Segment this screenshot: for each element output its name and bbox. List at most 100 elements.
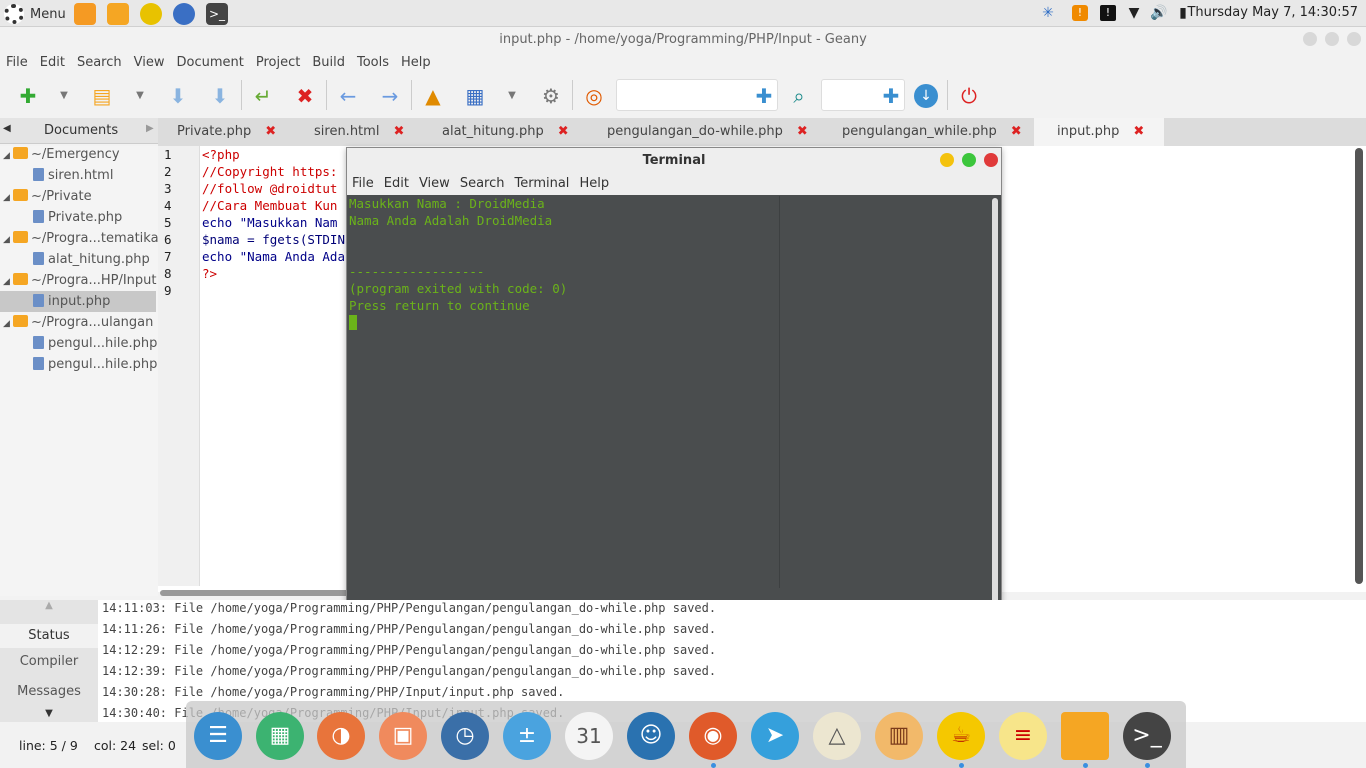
msg-scroll-down-icon[interactable]: ▼ [0, 708, 98, 719]
search-plus-icon[interactable]: ✚ [752, 84, 776, 108]
terminal-menu-view[interactable]: View [414, 173, 455, 195]
terminal-menu-edit[interactable]: Edit [379, 173, 414, 195]
tab-pengulangan-do-while-php[interactable]: pengulangan_do-while.php ✖ [607, 118, 808, 146]
terminal-menu-help[interactable]: Help [574, 173, 614, 195]
tree-file-input[interactable]: input.php [0, 291, 156, 312]
terminal-launcher-icon[interactable]: >_ [206, 3, 228, 25]
tree-folder-matematika[interactable]: ◢ ~/Progra...tematika [3, 228, 159, 249]
menu-file[interactable]: File [0, 53, 34, 73]
tree-folder-input[interactable]: ◢ ~/Progra...HP/Input [3, 270, 157, 291]
folder-launcher-icon[interactable] [107, 3, 129, 25]
speaker-icon[interactable]: ▣ [379, 712, 427, 760]
terminal-maximize-button[interactable] [962, 153, 976, 167]
geany-icon[interactable]: ☕ [937, 712, 985, 760]
msg-scroll-up-icon[interactable]: ▲ [0, 600, 98, 611]
open-file-icon[interactable]: ▤ [90, 84, 114, 108]
tab-compiler[interactable]: Compiler [0, 654, 98, 669]
build-icon[interactable]: ▦ [463, 84, 487, 108]
menu-document[interactable]: Document [170, 53, 249, 73]
menu-project[interactable]: Project [250, 53, 306, 73]
alert-icon[interactable]: ! [1100, 5, 1116, 21]
open-recent-dropdown-icon[interactable]: ▼ [128, 84, 152, 108]
close-window-button[interactable] [1347, 32, 1361, 46]
terminal-menu-file[interactable]: File [347, 173, 379, 195]
save-all-icon[interactable]: ⬇ [208, 84, 232, 108]
sidebar-tab-documents[interactable]: Documents [44, 123, 118, 138]
minimize-button[interactable] [1303, 32, 1317, 46]
tree-file-private[interactable]: Private.php [33, 207, 122, 228]
back-icon[interactable]: ← [336, 84, 360, 108]
calc-icon[interactable]: ▦ [256, 712, 304, 760]
writer-icon[interactable]: ☰ [194, 712, 242, 760]
menu-edit[interactable]: Edit [34, 53, 71, 73]
forward-icon[interactable]: → [378, 84, 402, 108]
telegram-icon[interactable]: ➤ [751, 712, 799, 760]
close-tab-icon[interactable]: ✖ [393, 124, 404, 139]
menu-search[interactable]: Search [71, 53, 128, 73]
tab-status[interactable]: Status [0, 624, 98, 648]
sidebar-prev-arrow-icon[interactable]: ◀ [3, 123, 11, 134]
save-icon[interactable]: ⬇ [166, 84, 190, 108]
tree-folder-private[interactable]: ◢ ~/Private [3, 186, 92, 207]
editor-vertical-scrollbar[interactable] [1355, 148, 1363, 584]
clock[interactable]: Thursday May 7, 14:30:57 [1187, 5, 1358, 20]
new-file-icon[interactable]: ✚ [16, 84, 40, 108]
menu-build[interactable]: Build [306, 53, 351, 73]
menu-view[interactable]: View [128, 53, 171, 73]
tree-folder-emergency[interactable]: ◢ ~/Emergency [3, 144, 120, 165]
menu-tools[interactable]: Tools [351, 53, 395, 73]
build-dropdown-icon[interactable]: ▼ [500, 84, 524, 108]
inkscape-icon[interactable]: △ [813, 712, 861, 760]
tab-messages[interactable]: Messages [0, 684, 98, 699]
close-tab-icon[interactable]: ✖ [558, 124, 569, 139]
tree-folder-pengulangan[interactable]: ◢ ~/Progra...ulangan [3, 312, 153, 333]
notes-icon[interactable]: ≡ [999, 712, 1047, 760]
firefox-icon[interactable]: ◉ [689, 712, 737, 760]
compile-icon[interactable]: ▲ [421, 84, 445, 108]
execute-gear-icon[interactable]: ⚙ [539, 84, 563, 108]
calendar-icon[interactable]: 31 [565, 712, 613, 760]
color-chooser-icon[interactable]: ◎ [582, 84, 606, 108]
accessibility-icon[interactable]: ☺ [627, 712, 675, 760]
sidebar-next-arrow-icon[interactable]: ▶ [146, 123, 154, 134]
tab-alat-hitung-php[interactable]: alat_hitung.php ✖ [442, 118, 569, 146]
clock-icon[interactable]: ◷ [441, 712, 489, 760]
calculator-icon[interactable]: ± [503, 712, 551, 760]
tab-pengulangan-while-php[interactable]: pengulangan_while.php ✖ [842, 118, 1022, 146]
close-tab-icon[interactable]: ✖ [1133, 124, 1144, 139]
tab-input-php[interactable]: input.php ✖ [1034, 118, 1165, 146]
app-menu-button[interactable]: Menu [4, 3, 66, 25]
wifi-icon[interactable]: ▼ [1126, 5, 1142, 21]
new-template-dropdown-icon[interactable]: ▼ [52, 84, 76, 108]
revert-icon[interactable]: ↵ [251, 84, 275, 108]
search-icon[interactable]: ⌕ [787, 84, 811, 108]
geany-launcher-icon[interactable] [140, 3, 162, 25]
firefox-launcher-icon[interactable] [173, 3, 195, 25]
maximize-button[interactable] [1325, 32, 1339, 46]
tree-file-alat-hitung[interactable]: alat_hitung.php [33, 249, 150, 270]
menu-help[interactable]: Help [395, 53, 437, 73]
quit-power-icon[interactable]: ⏻ [957, 84, 981, 108]
shield-update-icon[interactable]: ! [1072, 5, 1088, 21]
terminal-window[interactable]: Terminal File Edit View Search Terminal … [346, 147, 1002, 605]
terminal-minimize-button[interactable] [940, 153, 954, 167]
book-icon[interactable]: ▥ [875, 712, 923, 760]
tab-private-php[interactable]: Private.php ✖ [177, 118, 276, 146]
folder-icon[interactable] [1061, 712, 1109, 760]
close-tab-icon[interactable]: ✖ [797, 124, 808, 139]
terminal-icon[interactable]: >_ [1123, 712, 1171, 760]
bluetooth-icon[interactable]: ✳ [1040, 5, 1056, 21]
goto-line-icon[interactable]: ↓ [914, 84, 938, 108]
terminal-close-button[interactable] [984, 153, 998, 167]
close-file-icon[interactable]: ✖ [293, 84, 317, 108]
tab-siren-html[interactable]: siren.html ✖ [314, 118, 404, 146]
close-tab-icon[interactable]: ✖ [265, 124, 276, 139]
close-tab-icon[interactable]: ✖ [1011, 124, 1022, 139]
impress-icon[interactable]: ◑ [317, 712, 365, 760]
tree-file-pengulangan-while[interactable]: pengul...hile.php [33, 354, 157, 375]
volume-icon[interactable]: 🔊 [1150, 5, 1167, 21]
tree-file-pengulangan-do-while[interactable]: pengul...hile.php [33, 333, 157, 354]
monitor-launcher-icon[interactable] [74, 3, 96, 25]
tree-file-siren[interactable]: siren.html [33, 165, 113, 186]
terminal-menu-terminal[interactable]: Terminal [509, 173, 574, 195]
